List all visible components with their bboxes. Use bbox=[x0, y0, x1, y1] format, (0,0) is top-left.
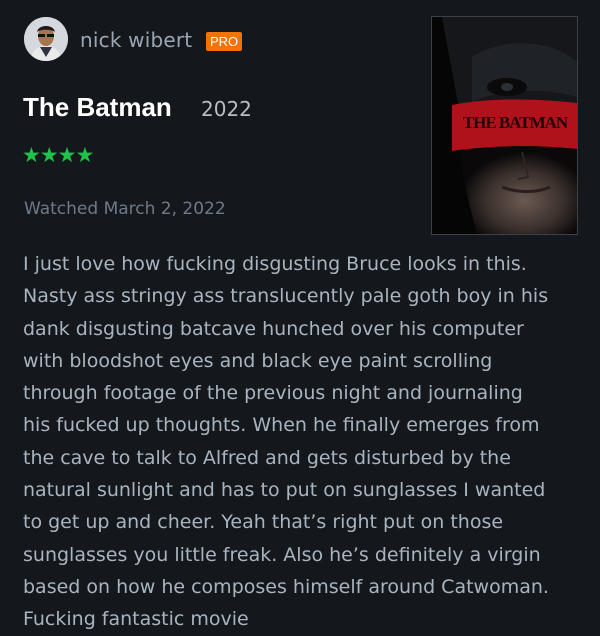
author-name[interactable]: nick wibert bbox=[80, 28, 192, 52]
poster-logo: THE BATMAN bbox=[462, 113, 568, 132]
rating-stars: ★★★★ bbox=[22, 143, 94, 167]
avatar[interactable] bbox=[24, 17, 68, 61]
pro-badge: PRO bbox=[206, 32, 243, 51]
avatar-photo bbox=[24, 17, 68, 61]
review-text: I just love how fucking disgusting Bruce… bbox=[23, 253, 549, 631]
film-year[interactable]: 2022 bbox=[201, 97, 252, 121]
film-title[interactable]: The Batman bbox=[23, 92, 172, 123]
watched-date[interactable]: Watched March 2, 2022 bbox=[24, 199, 226, 219]
film-poster[interactable]: THE BATMAN bbox=[431, 16, 578, 235]
